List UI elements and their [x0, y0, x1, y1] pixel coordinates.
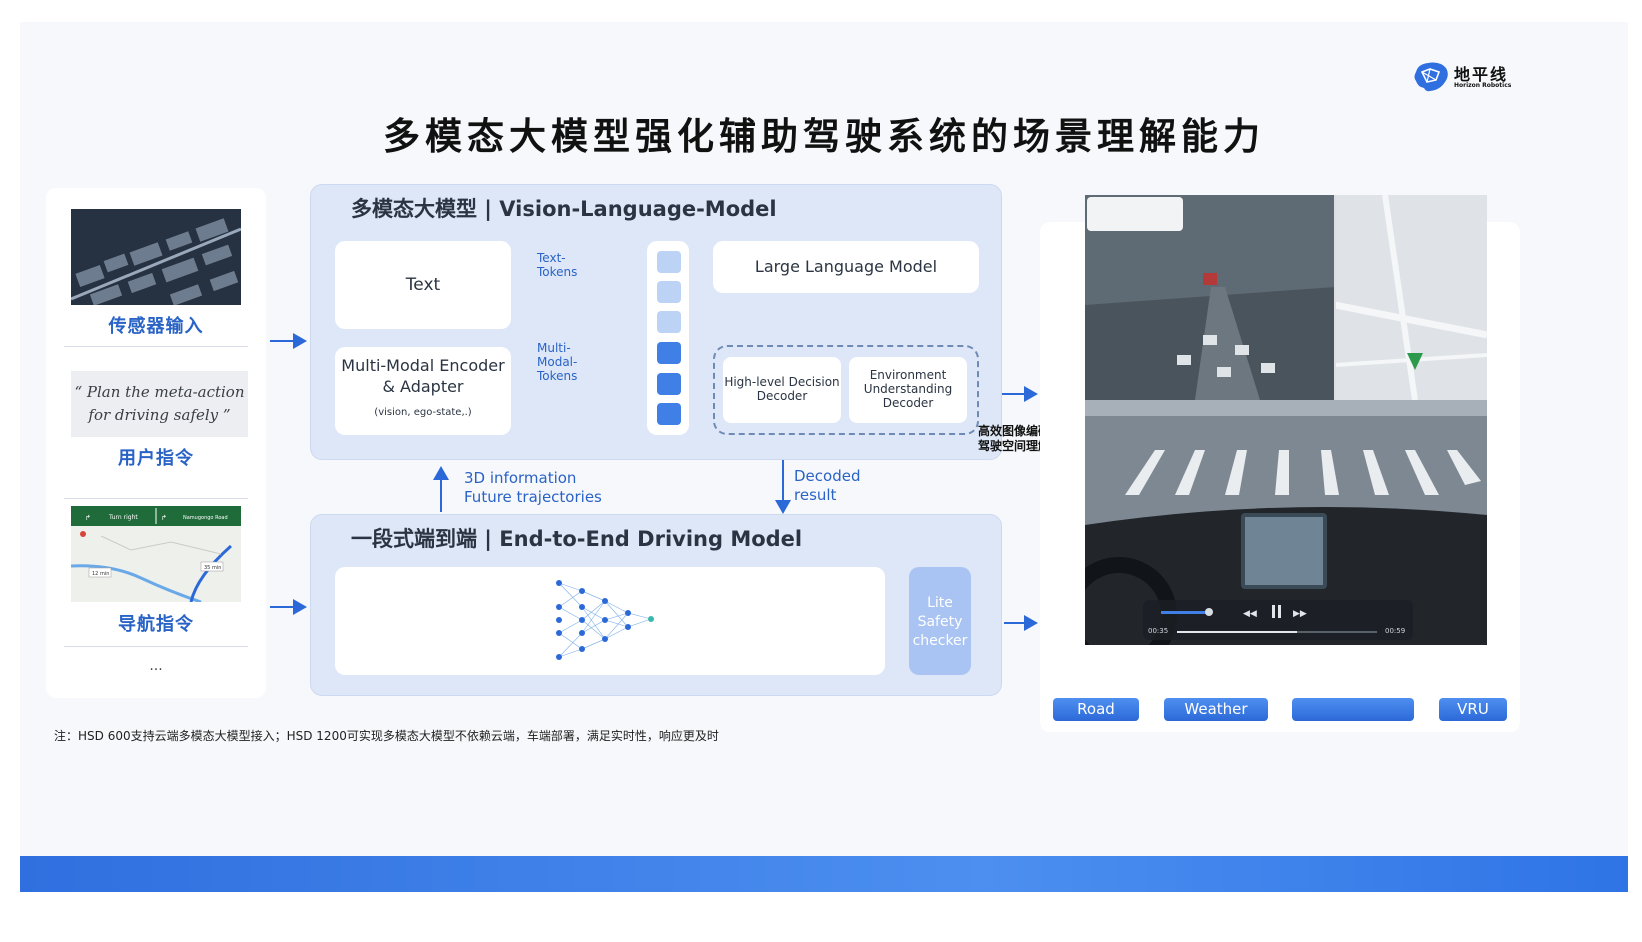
- multimodal-token: [657, 373, 681, 395]
- navigation-map: ↱ Turn right ↱ Namugongo Road 12 min 35 …: [71, 506, 241, 602]
- multimodal-token: [657, 342, 681, 364]
- driving-video[interactable]: ◀◀ ▶▶ 00:35 00:59: [1085, 195, 1487, 645]
- llm-card: Large Language Model: [713, 241, 979, 293]
- svg-text:↱: ↱: [85, 514, 91, 522]
- environment-decoder-card: Environment Understanding Decoder: [849, 357, 967, 423]
- time-elapsed: 00:35: [1148, 627, 1169, 635]
- command-quote: “ Plan the meta-action for driving safel…: [71, 371, 248, 437]
- e2e-panel: 一段式端到端 | End-to-End Driving Model Lite S…: [310, 514, 1002, 696]
- decision-decoder-card: High-level Decision Decoder: [723, 357, 841, 423]
- text-token: [657, 281, 681, 303]
- text-token: [657, 311, 681, 333]
- bottom-bar: [20, 856, 1628, 892]
- encoder-subtitle: (vision, ego-state,.): [374, 407, 472, 418]
- e2e-title: 一段式端到端 | End-to-End Driving Model: [351, 527, 803, 551]
- multimodal-token: [657, 403, 681, 425]
- user-command-label: 用户指令: [118, 448, 194, 469]
- encoder-title: Multi-Modal Encoder & Adapter: [341, 356, 505, 396]
- logo-brain-icon: [1414, 62, 1448, 92]
- tag-weather: Weather: [1164, 698, 1268, 721]
- sensor-input-label: 传感器输入: [108, 316, 204, 337]
- nav-sign-1: Turn right: [108, 514, 138, 521]
- decoded-result-label: Decoded result: [794, 467, 861, 504]
- vlm-title: 多模态大模型 | Vision-Language-Model: [351, 197, 777, 221]
- encoder-card: Multi-Modal Encoder & Adapter (vision, e…: [335, 347, 511, 435]
- logo-subtitle: Horizon Robotics: [1454, 82, 1512, 89]
- horizon-logo: 地平线 Horizon Robotics: [1412, 60, 1522, 100]
- neural-network-card: [335, 567, 885, 675]
- divider: [64, 498, 248, 499]
- nav-distance-1: 12 min: [92, 571, 109, 577]
- navigation-command-label: 导航指令: [118, 614, 194, 635]
- sensor-image: [71, 209, 241, 305]
- text-token: [657, 251, 681, 273]
- tag-road: Road: [1053, 698, 1139, 721]
- input-card: 传感器输入 “ Plan the meta-action for driving…: [46, 188, 266, 698]
- divider: [64, 646, 248, 647]
- text-card: Text: [335, 241, 511, 329]
- svg-text:↱: ↱: [161, 514, 167, 522]
- text-tokens-label: Text- Tokens: [537, 251, 578, 279]
- time-total: 00:59: [1385, 627, 1406, 635]
- page-title: 多模态大模型强化辅助驾驶系统的场景理解能力: [383, 115, 1265, 158]
- nav-distance-2: 35 min: [204, 565, 221, 571]
- vlm-panel: 多模态大模型 | Vision-Language-Model Text Mult…: [310, 184, 1002, 460]
- more-inputs: ...: [149, 658, 163, 674]
- token-column: [647, 241, 689, 435]
- info-flow-label: 3D information Future trajectories: [464, 469, 602, 506]
- slide: 地平线 Horizon Robotics 多模态大模型强化辅助驾驶系统的场景理解…: [20, 22, 1628, 892]
- lite-safety-checker: Lite Safety checker: [909, 567, 971, 675]
- tag-vru: VRU: [1439, 698, 1507, 721]
- nav-sign-2: Namugongo Road: [183, 515, 228, 521]
- footnote: 注：HSD 600支持云端多模态大模型接入；HSD 1200可实现多模态大模型不…: [54, 729, 719, 743]
- divider: [64, 346, 248, 347]
- svg-text:◀◀: ◀◀: [1243, 609, 1257, 619]
- tag-faded: [1292, 698, 1414, 721]
- multimodal-tokens-label: Multi- Modal- Tokens: [537, 341, 578, 383]
- svg-text:▶▶: ▶▶: [1293, 609, 1307, 619]
- neural-network-icon: [556, 580, 654, 660]
